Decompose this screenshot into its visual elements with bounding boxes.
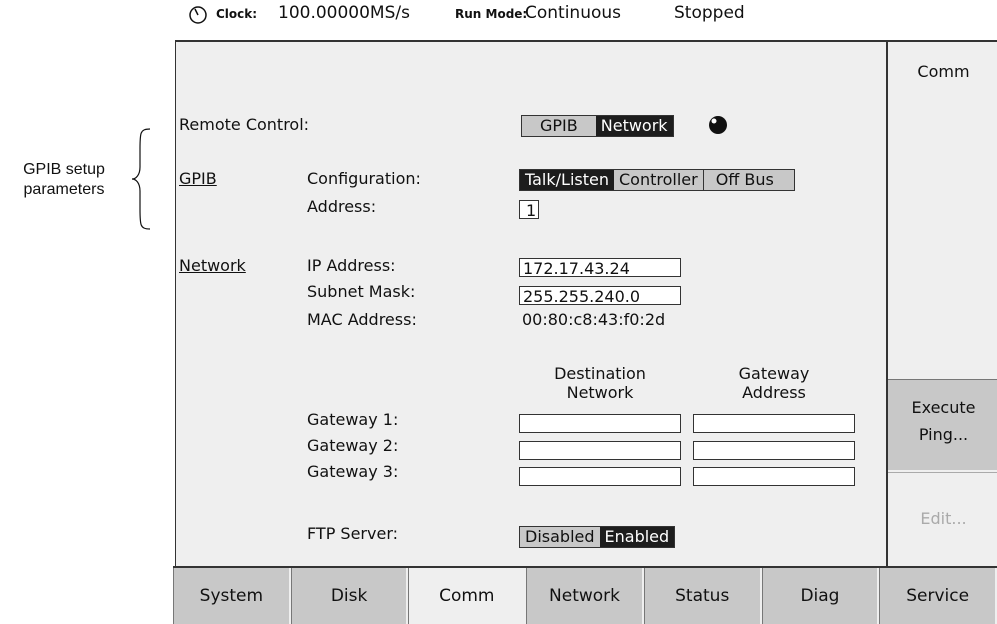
comm-settings-panel: Remote Control: GPIB Network GPIB Config… (175, 40, 886, 566)
knob-icon (709, 116, 727, 134)
remote-option-gpib[interactable]: GPIB (522, 116, 596, 136)
gw-header-line-1: Gateway (738, 364, 810, 383)
configuration-selector[interactable]: Talk/Listen Controller Off Bus (519, 169, 795, 191)
config-option-controller[interactable]: Controller (614, 170, 703, 190)
tab-network[interactable]: Network (526, 568, 644, 624)
gateway-address-header: Gateway Address (693, 364, 855, 402)
mac-address-value: 00:80:c8:43:f0:2d (522, 310, 666, 329)
gateway-3-label: Gateway 3: (307, 462, 399, 481)
tab-disk[interactable]: Disk (290, 568, 409, 624)
config-option-off-bus[interactable]: Off Bus (702, 170, 794, 190)
gateway-2-address-field[interactable] (693, 441, 855, 460)
callout-line-2: parameters (23, 181, 105, 198)
gateway-2-destination-field[interactable] (519, 441, 681, 460)
ftp-option-disabled[interactable]: Disabled (520, 527, 600, 547)
address-label: Address: (307, 197, 377, 216)
tab-diag[interactable]: Diag (761, 568, 880, 624)
gateway-1-destination-field[interactable] (519, 414, 681, 433)
config-option-talk-listen[interactable]: Talk/Listen (520, 170, 614, 190)
gpib-address-field[interactable]: 1 (519, 200, 539, 220)
clock-icon (189, 6, 207, 24)
run-mode-label: Run Mode: (455, 7, 528, 21)
ftp-option-enabled[interactable]: Enabled (599, 527, 675, 547)
gateway-1-address-field[interactable] (693, 414, 855, 433)
execute-ping-button[interactable]: Execute Ping... (888, 379, 997, 470)
tab-system[interactable]: System (173, 568, 291, 624)
remote-control-selector[interactable]: GPIB Network (521, 115, 674, 137)
gateway-2-label: Gateway 2: (307, 436, 399, 455)
mac-address-label: MAC Address: (307, 310, 417, 329)
curly-brace-icon (131, 128, 151, 230)
ip-address-label: IP Address: (307, 256, 396, 275)
callout-line-1: GPIB setup (23, 161, 105, 178)
clock-value: 100.00000MS/s (278, 3, 410, 23)
side-menu: Comm Execute Ping... Edit... (886, 40, 997, 566)
bottom-menu-bar: System Disk Comm Network Status Diag Ser… (173, 566, 997, 624)
execute-line-1: Execute (911, 398, 976, 417)
ftp-server-label: FTP Server: (307, 524, 399, 543)
gpib-section-label: GPIB (179, 169, 217, 188)
subnet-mask-field[interactable]: 255.255.240.0 (519, 286, 681, 306)
configuration-label: Configuration: (307, 169, 421, 188)
status-bar: Clock: 100.00000MS/s Run Mode: Continuou… (173, 0, 997, 38)
clock-label: Clock: (216, 7, 258, 21)
gateway-3-address-field[interactable] (693, 467, 855, 486)
tab-comm[interactable]: Comm (408, 568, 527, 624)
run-state: Stopped (674, 3, 745, 23)
gateway-1-label: Gateway 1: (307, 410, 399, 429)
remote-control-label: Remote Control: (179, 115, 310, 134)
tab-status[interactable]: Status (643, 568, 762, 624)
gw-header-line-2: Address (742, 383, 806, 402)
side-menu-title: Comm (917, 62, 970, 81)
tab-service[interactable]: Service (879, 568, 997, 624)
ip-address-field[interactable]: 172.17.43.24 (519, 258, 681, 278)
gateway-3-destination-field[interactable] (519, 467, 681, 486)
dest-header-line-2: Network (566, 383, 634, 402)
destination-network-header: Destination Network (519, 364, 681, 402)
edit-button[interactable]: Edit... (888, 472, 997, 565)
execute-line-2: Ping... (918, 425, 969, 444)
ftp-server-selector[interactable]: Disabled Enabled (519, 526, 676, 548)
dest-header-line-1: Destination (554, 364, 646, 383)
remote-option-network[interactable]: Network (595, 116, 673, 136)
network-section-label: Network (179, 256, 246, 275)
run-mode-value: Continuous (525, 3, 622, 23)
gpib-callout-label: GPIB setup parameters (0, 160, 128, 200)
subnet-mask-label: Subnet Mask: (307, 282, 416, 301)
